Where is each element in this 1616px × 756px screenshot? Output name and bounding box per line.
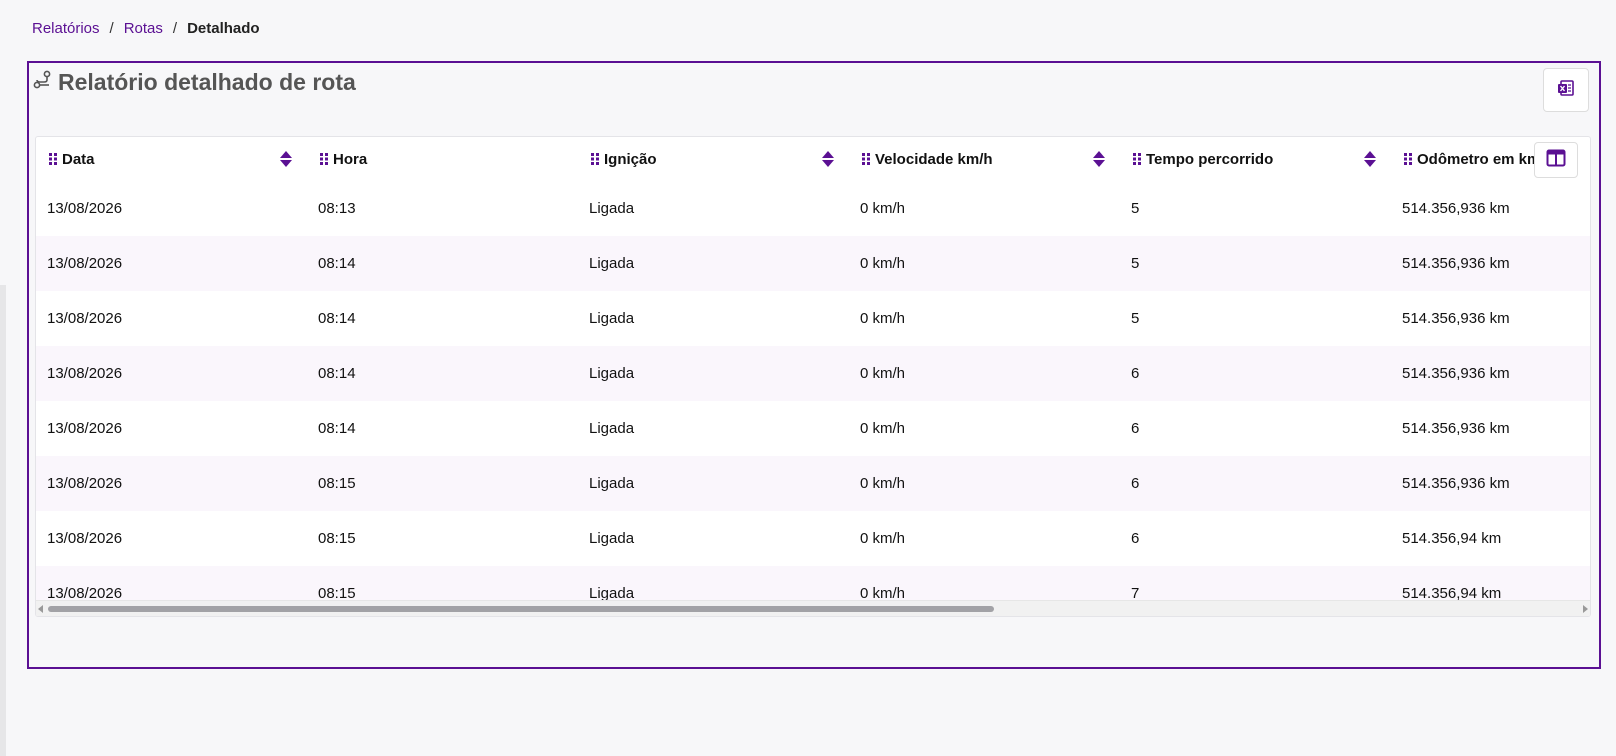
cell-data: 13/08/2026	[47, 475, 123, 492]
cell-ignicao: Ligada	[589, 530, 635, 547]
cell-velocidade: 0 km/h	[860, 365, 906, 382]
cell-odometro: 514.356,936 km	[1402, 255, 1510, 272]
sort-icon[interactable]	[821, 150, 835, 172]
horizontal-scrollbar[interactable]	[36, 600, 1590, 616]
column-label: Data	[62, 150, 95, 168]
report-card: Relatório detalhado de rota Data Hora Ig…	[27, 61, 1601, 669]
cell-velocidade: 0 km/h	[860, 200, 906, 217]
table-row[interactable]: 13/08/2026 08:14 Ligada 0 km/h 5 514.356…	[36, 236, 1590, 291]
cell-data: 13/08/2026	[47, 200, 123, 217]
table-row[interactable]: 13/08/2026 08:13 Ligada 0 km/h 5 514.356…	[36, 181, 1590, 236]
column-header-tempo-percorrido[interactable]: Tempo percorrido	[1120, 137, 1391, 181]
cell-ignicao: Ligada	[589, 475, 635, 492]
scrollbar-thumb[interactable]	[48, 606, 994, 612]
cell-data: 13/08/2026	[47, 365, 123, 382]
cell-tempo: 6	[1131, 420, 1140, 437]
cell-data: 13/08/2026	[47, 530, 123, 547]
cell-tempo: 6	[1131, 475, 1140, 492]
left-edge-strip	[0, 285, 6, 756]
cell-velocidade: 0 km/h	[860, 475, 906, 492]
cell-ignicao: Ligada	[589, 200, 635, 217]
cell-hora: 08:14	[318, 310, 356, 327]
column-header-data[interactable]: Data	[36, 137, 307, 181]
column-header-hora[interactable]: Hora	[307, 137, 578, 181]
cell-data: 13/08/2026	[47, 420, 123, 437]
breadcrumb: Relatórios / Rotas / Detalhado	[32, 20, 260, 37]
cell-tempo: 6	[1131, 365, 1140, 382]
table-row[interactable]: 13/08/2026 08:15 Ligada 0 km/h 6 514.356…	[36, 456, 1590, 511]
cell-hora: 08:14	[318, 255, 356, 272]
breadcrumb-link-rotas[interactable]: Rotas	[124, 20, 163, 37]
cell-odometro: 514.356,94 km	[1402, 530, 1502, 547]
column-label: Velocidade km/h	[875, 150, 993, 168]
cell-odometro: 514.356,936 km	[1402, 420, 1510, 437]
table-row[interactable]: 13/08/2026 08:14 Ligada 0 km/h 6 514.356…	[36, 401, 1590, 456]
sort-icon[interactable]	[1092, 150, 1106, 172]
breadcrumb-separator: /	[172, 20, 178, 37]
drag-handle-icon[interactable]	[1132, 152, 1142, 166]
data-table: Data Hora Ignição Velocidade km/h Tempo …	[35, 136, 1591, 617]
scroll-right-icon[interactable]	[1583, 605, 1588, 613]
cell-hora: 08:15	[318, 530, 356, 547]
drag-handle-icon[interactable]	[48, 152, 58, 166]
cell-odometro: 514.356,936 km	[1402, 365, 1510, 382]
cell-hora: 08:15	[318, 475, 356, 492]
sort-icon[interactable]	[279, 150, 293, 172]
drag-handle-icon[interactable]	[590, 152, 600, 166]
route-icon	[32, 70, 52, 95]
cell-hora: 08:14	[318, 365, 356, 382]
breadcrumb-separator: /	[109, 20, 114, 37]
drag-handle-icon[interactable]	[1403, 152, 1413, 166]
cell-ignicao: Ligada	[589, 310, 635, 327]
table-header: Data Hora Ignição Velocidade km/h Tempo …	[36, 137, 1590, 181]
cell-hora: 08:14	[318, 420, 356, 437]
cell-ignicao: Ligada	[589, 255, 635, 272]
excel-icon	[1557, 79, 1575, 102]
cell-tempo: 5	[1131, 200, 1140, 217]
cell-ignicao: Ligada	[589, 365, 635, 382]
cell-odometro: 514.356,936 km	[1402, 475, 1510, 492]
table-row[interactable]: 13/08/2026 08:14 Ligada 0 km/h 6 514.356…	[36, 346, 1590, 401]
column-label: Tempo percorrido	[1146, 150, 1274, 168]
table-row[interactable]: 13/08/2026 08:14 Ligada 0 km/h 5 514.356…	[36, 291, 1590, 346]
cell-odometro: 514.356,936 km	[1402, 200, 1510, 217]
cell-tempo: 6	[1131, 530, 1140, 547]
cell-tempo: 5	[1131, 310, 1140, 327]
page-title: Relatório detalhado de rota	[58, 69, 356, 95]
column-label: Ignição	[604, 150, 657, 168]
cell-velocidade: 0 km/h	[860, 255, 906, 272]
table-body: 13/08/2026 08:13 Ligada 0 km/h 5 514.356…	[36, 181, 1590, 616]
cell-velocidade: 0 km/h	[860, 530, 906, 547]
scroll-left-icon[interactable]	[38, 605, 43, 613]
table-row[interactable]: 13/08/2026 08:15 Ligada 0 km/h 6 514.356…	[36, 511, 1590, 566]
drag-handle-icon[interactable]	[861, 152, 871, 166]
breadcrumb-current: Detalhado	[187, 20, 260, 37]
column-label: Hora	[333, 150, 368, 168]
breadcrumb-link-relatorios[interactable]: Relatórios	[32, 20, 100, 37]
sort-icon[interactable]	[1363, 150, 1377, 172]
column-settings-button[interactable]	[1534, 142, 1578, 178]
cell-odometro: 514.356,936 km	[1402, 310, 1510, 327]
cell-tempo: 5	[1131, 255, 1140, 272]
card-header: Relatório detalhado de rota	[32, 69, 356, 96]
column-header-ignicao[interactable]: Ignição	[578, 137, 849, 181]
cell-velocidade: 0 km/h	[860, 420, 906, 437]
export-excel-button[interactable]	[1543, 68, 1589, 112]
columns-icon	[1546, 149, 1566, 172]
cell-data: 13/08/2026	[47, 255, 123, 272]
cell-velocidade: 0 km/h	[860, 310, 906, 327]
cell-ignicao: Ligada	[589, 420, 635, 437]
cell-data: 13/08/2026	[47, 310, 123, 327]
cell-hora: 08:13	[318, 200, 356, 217]
drag-handle-icon[interactable]	[319, 152, 329, 166]
column-header-velocidade[interactable]: Velocidade km/h	[849, 137, 1120, 181]
column-label: Odômetro em km	[1417, 150, 1541, 168]
